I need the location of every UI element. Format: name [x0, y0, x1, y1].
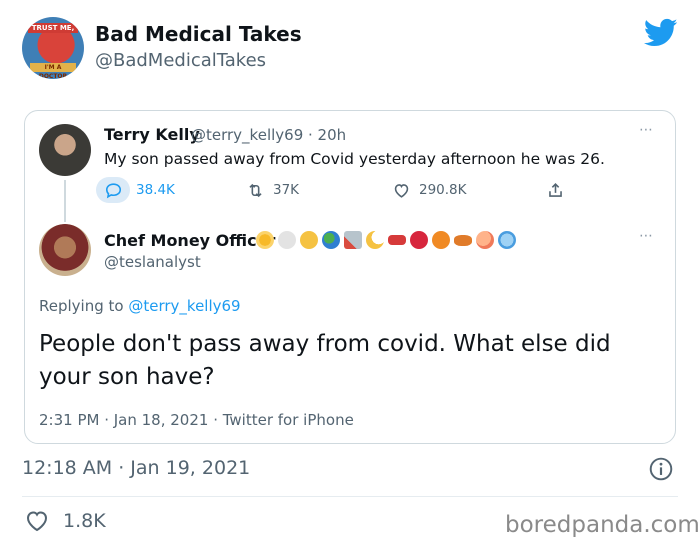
watermark: boredpanda.com — [505, 512, 700, 538]
chef-avatar[interactable] — [39, 224, 91, 276]
heart-icon — [394, 183, 409, 198]
retweet-count: 37K — [273, 182, 300, 198]
cold-face-emoji-icon — [498, 231, 516, 249]
parent-meta: @terry_kelly69 · 20h — [191, 126, 347, 144]
reply-count: 38.4K — [136, 182, 175, 198]
footer-divider — [22, 496, 678, 497]
replying-to-link[interactable]: @terry_kelly69 — [128, 297, 240, 315]
twitter-bird-icon[interactable] — [644, 18, 678, 48]
author-handle[interactable]: @BadMedicalTakes — [95, 50, 266, 71]
reply-icon — [96, 177, 130, 203]
tweet-timestamp[interactable]: 12:18 AM · Jan 19, 2021 — [22, 457, 250, 479]
author-avatar[interactable]: TRUST ME, I'M A DOCTOR — [22, 17, 84, 79]
avatar-badge-top: TRUST ME, — [28, 23, 78, 33]
share-icon — [549, 182, 562, 197]
orange-circle-emoji-icon — [432, 231, 450, 249]
parent-tweet-text: My son passed away from Covid yesterday … — [104, 150, 605, 168]
reply-button[interactable]: 38.4K — [96, 177, 175, 203]
moon-emoji-icon — [366, 231, 384, 249]
thread-connector — [64, 180, 66, 222]
author-display-name[interactable]: Bad Medical Takes — [95, 22, 302, 46]
parent-more-icon[interactable]: ⋯ — [639, 122, 653, 138]
parent-display-name[interactable]: Terry Kelly — [104, 125, 200, 144]
like-button[interactable]: 290.8K — [392, 177, 467, 203]
heart-icon[interactable] — [25, 510, 49, 532]
reply-display-name[interactable]: Chef Money Officer — [104, 231, 275, 250]
planet-emoji-icon — [454, 234, 472, 246]
rocket-emoji-icon — [344, 231, 362, 249]
reply-meta[interactable]: 2:31 PM · Jan 18, 2021 · Twitter for iPh… — [39, 411, 354, 429]
replying-prefix: Replying to — [39, 297, 124, 315]
white-circle-emoji-icon — [278, 231, 296, 249]
yellow-circle-emoji-icon — [300, 231, 318, 249]
car-emoji-icon — [388, 235, 406, 245]
info-icon[interactable] — [648, 456, 674, 482]
retweet-button[interactable]: 37K — [246, 177, 299, 203]
terry-avatar[interactable] — [39, 124, 91, 176]
peach-emoji-icon — [476, 231, 494, 249]
sun-emoji-icon — [256, 231, 274, 249]
retweet-icon — [249, 183, 262, 197]
red-circle-emoji-icon — [410, 231, 428, 249]
share-button[interactable] — [546, 177, 573, 203]
avatar-badge-bottom: I'M A DOCTOR — [30, 63, 76, 79]
like-count: 290.8K — [419, 182, 467, 198]
tweet-like-count[interactable]: 1.8K — [63, 510, 106, 532]
reply-more-icon[interactable]: ⋯ — [639, 228, 653, 244]
reply-tweet-text: People don't pass away from covid. What … — [39, 331, 611, 390]
name-emoji-row — [256, 229, 520, 251]
reply-handle[interactable]: @teslanalyst — [104, 253, 201, 271]
globe-emoji-icon — [322, 231, 340, 249]
replying-to-line: Replying to @terry_kelly69 — [39, 297, 241, 315]
